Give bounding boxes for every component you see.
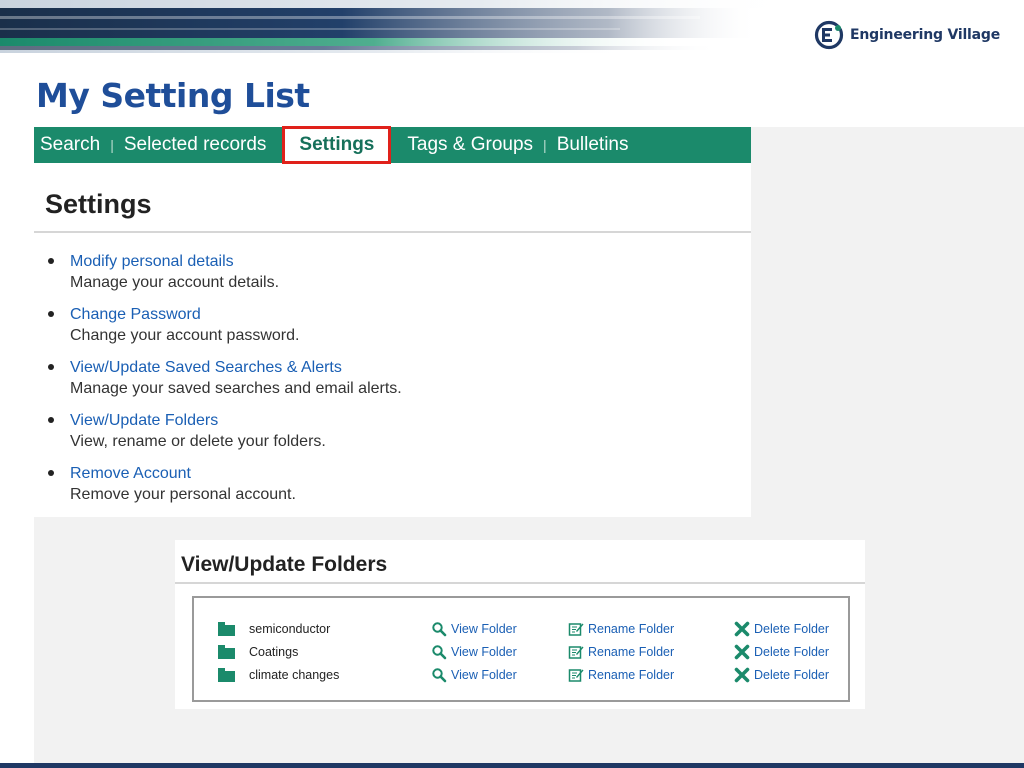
footer-bar — [0, 763, 1024, 768]
view-folder-button[interactable]: View Folder — [431, 667, 517, 683]
view-folder-button[interactable]: View Folder — [431, 621, 517, 637]
tab-search[interactable]: Search — [34, 134, 106, 156]
magnifier-icon — [432, 645, 447, 660]
list-item: View/Update Saved Searches & Alerts Mana… — [46, 357, 736, 410]
delete-folder-button[interactable]: Delete Folder — [734, 644, 829, 660]
view-folder-label: View Folder — [451, 645, 517, 659]
magnifier-icon — [432, 622, 447, 637]
table-row: climate changes View Folder Rename Folde… — [194, 664, 848, 686]
list-item: View/Update Folders View, rename or dele… — [46, 410, 736, 463]
delete-x-icon — [734, 667, 750, 683]
rename-folder-label: Rename Folder — [588, 645, 675, 659]
folder-name: climate changes — [249, 668, 340, 682]
tab-bulletins[interactable]: Bulletins — [551, 134, 635, 156]
bullet — [48, 311, 54, 317]
list-item: Modify personal details Manage your acco… — [46, 251, 736, 304]
ev-logo-icon — [814, 20, 844, 50]
folders-heading-divider — [175, 582, 865, 584]
folder-icon — [218, 668, 235, 682]
item-description: Manage your saved searches and email ale… — [70, 380, 402, 397]
folders-screenshot: View/Update Folders semiconductor View F… — [175, 540, 865, 709]
folders-table: semiconductor View Folder Rename Folder … — [192, 596, 850, 702]
change-password-link[interactable]: Change Password — [70, 304, 736, 325]
rename-folder-label: Rename Folder — [588, 668, 675, 682]
settings-screenshot: Search | Selected records Settings Tags … — [34, 126, 751, 517]
bullet — [48, 417, 54, 423]
delete-folder-label: Delete Folder — [754, 622, 830, 636]
view-folder-button[interactable]: View Folder — [431, 644, 517, 660]
saved-searches-alerts-link[interactable]: View/Update Saved Searches & Alerts — [70, 357, 736, 378]
table-row: Coatings View Folder Rename Folder Delet… — [194, 641, 848, 663]
nav-tab-bar: Search | Selected records Settings Tags … — [34, 126, 751, 164]
tab-separator: | — [110, 137, 114, 153]
modify-personal-details-link[interactable]: Modify personal details — [70, 251, 736, 272]
engineering-village-logo: Engineering Village — [814, 18, 1000, 52]
folder-icon — [218, 645, 235, 659]
folders-heading: View/Update Folders — [181, 553, 388, 576]
bullet — [48, 364, 54, 370]
item-description: Remove your personal account. — [70, 486, 296, 503]
delete-x-icon — [734, 644, 750, 660]
delete-x-icon — [734, 621, 750, 637]
folder-name: semiconductor — [249, 622, 331, 636]
tab-separator: | — [543, 137, 547, 153]
tab-settings[interactable]: Settings — [282, 126, 392, 164]
tab-selected-records[interactable]: Selected records — [118, 134, 273, 156]
slide-title: My Setting List — [36, 76, 310, 115]
delete-folder-label: Delete Folder — [754, 668, 830, 682]
view-update-folders-link[interactable]: View/Update Folders — [70, 410, 736, 431]
bullet — [48, 258, 54, 264]
remove-account-link[interactable]: Remove Account — [70, 463, 736, 484]
view-folder-label: View Folder — [451, 668, 517, 682]
item-description: View, rename or delete your folders. — [70, 433, 326, 450]
list-item: Remove Account Remove your personal acco… — [46, 463, 736, 516]
item-description: Change your account password. — [70, 327, 300, 344]
rename-folder-button[interactable]: Rename Folder — [568, 667, 674, 683]
rename-folder-button[interactable]: Rename Folder — [568, 644, 674, 660]
bullet — [48, 470, 54, 476]
settings-list: Modify personal details Manage your acco… — [46, 251, 736, 516]
folder-name: Coatings — [249, 645, 299, 659]
view-folder-label: View Folder — [451, 622, 517, 636]
rename-folder-button[interactable]: Rename Folder — [568, 621, 674, 637]
delete-folder-button[interactable]: Delete Folder — [734, 667, 829, 683]
folder-icon — [218, 622, 235, 636]
magnifier-icon — [432, 668, 447, 683]
heading-divider — [34, 231, 751, 233]
delete-folder-button[interactable]: Delete Folder — [734, 621, 829, 637]
table-row: semiconductor View Folder Rename Folder … — [194, 618, 848, 640]
logo-text: Engineering Village — [850, 27, 1001, 43]
item-description: Manage your account details. — [70, 274, 280, 291]
settings-heading: Settings — [45, 189, 152, 219]
edit-icon — [568, 646, 584, 659]
edit-icon — [568, 669, 584, 682]
tab-tags-groups[interactable]: Tags & Groups — [401, 134, 539, 156]
delete-folder-label: Delete Folder — [754, 645, 830, 659]
edit-icon — [568, 623, 584, 636]
rename-folder-label: Rename Folder — [588, 622, 675, 636]
list-item: Change Password Change your account pass… — [46, 304, 736, 357]
